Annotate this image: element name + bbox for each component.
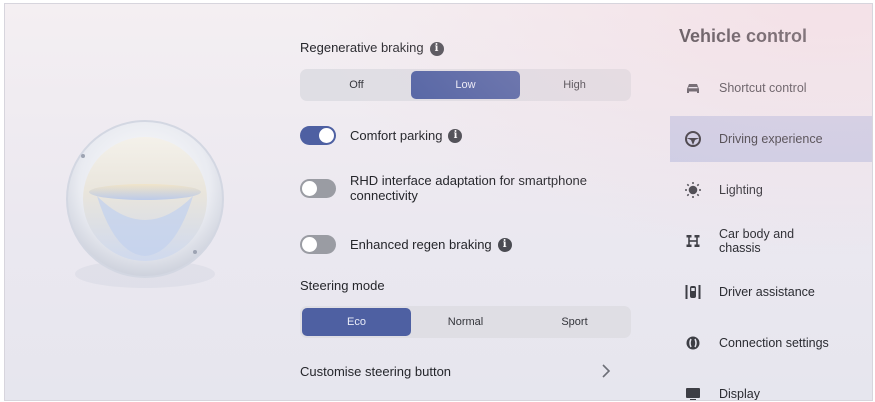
menu-item-label: Display (719, 387, 760, 401)
steering-eco-button[interactable]: Eco (302, 308, 411, 336)
menu-item-label: Driving experience (719, 132, 823, 146)
menu-item-label: Lighting (719, 183, 763, 197)
regen-low-button[interactable]: Low (411, 71, 520, 99)
toggle-knob (302, 180, 317, 196)
menu-item-label: Connection settings (719, 336, 829, 350)
menu-item-driving-experience[interactable]: Driving experience (670, 116, 872, 162)
chassis-icon (686, 235, 700, 247)
enhanced-regen-toggle[interactable] (300, 235, 336, 254)
steering-sport-button[interactable]: Sport (520, 308, 629, 336)
vehicle-control-screen: Regenerative braking i Off Low High Comfo… (4, 3, 873, 401)
toggle-knob (302, 237, 317, 252)
steering-wheel-icon (685, 131, 701, 147)
regen-off-button[interactable]: Off (302, 71, 411, 99)
menu-title: Vehicle control (679, 26, 808, 46)
info-icon[interactable]: i (497, 238, 512, 253)
light-icon (685, 182, 701, 198)
regen-braking-title: Regenerative braking i (300, 40, 444, 56)
steering-mode-selector: Eco Normal Sport (300, 306, 631, 338)
menu-item-label: Car body and chassis (719, 227, 795, 255)
rhd-adaptation-row: RHD interface adaptation for smartphone … (300, 173, 600, 203)
steering-mode-title: Steering mode (300, 278, 385, 293)
menu-item-lighting[interactable]: Lighting (670, 167, 872, 213)
car-icon (687, 84, 699, 93)
info-icon[interactable]: i (448, 129, 463, 144)
chevron-right-icon (602, 364, 611, 378)
connection-icon (686, 336, 700, 350)
rhd-adaptation-label: RHD interface adaptation for smartphone … (350, 173, 588, 203)
toggle-knob (319, 128, 334, 143)
display-icon (686, 388, 700, 400)
regen-braking-selector: Off Low High (300, 69, 631, 101)
menu-item-car-body-chassis[interactable]: Car body and chassis (670, 218, 872, 264)
enhanced-regen-label: Enhanced regen braking (350, 236, 492, 252)
comfort-parking-toggle[interactable] (300, 126, 336, 145)
menu-item-label: Shortcut control (719, 81, 807, 95)
menu-item-shortcut-control[interactable]: Shortcut control (670, 65, 872, 111)
comfort-parking-label: Comfort parking (350, 127, 443, 143)
enhanced-regen-row: Enhanced regen braking i (300, 235, 512, 254)
menu-item-label: Driver assistance (719, 285, 815, 299)
driver-assistance-icon (685, 285, 701, 299)
menu-item-driver-assistance[interactable]: Driver assistance (670, 269, 872, 315)
info-icon[interactable]: i (429, 41, 444, 56)
steering-normal-button[interactable]: Normal (411, 308, 520, 336)
customise-steering-label: Customise steering button (300, 363, 452, 379)
steering-wheel-illustration (66, 120, 224, 288)
rhd-adaptation-toggle[interactable] (300, 178, 336, 198)
menu-item-display[interactable]: Display (670, 371, 872, 401)
regen-high-button[interactable]: High (520, 71, 629, 99)
menu-item-connection-settings[interactable]: Connection settings (670, 320, 872, 366)
comfort-parking-row: Comfort parking i (300, 126, 463, 145)
customise-steering-button[interactable]: Customise steering button (300, 358, 615, 384)
